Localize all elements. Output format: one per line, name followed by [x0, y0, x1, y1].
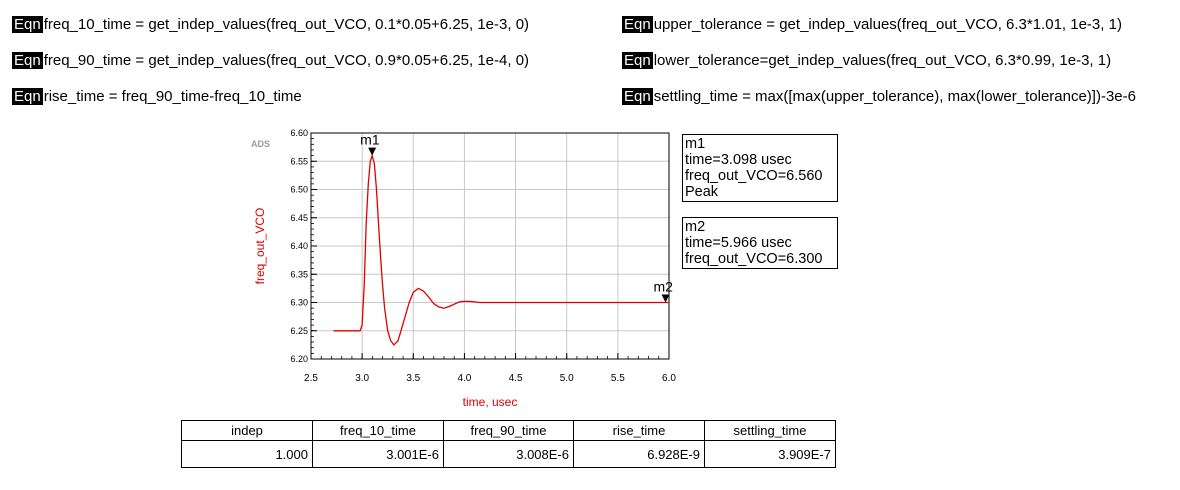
table-header-row: indep freq_10_time freq_90_time rise_tim… [181, 420, 836, 441]
x-tick-label: 3.0 [355, 373, 369, 384]
x-tick-label: 4.5 [509, 373, 523, 384]
series-line-freq-out-vco [333, 153, 669, 346]
marker-m2-readout[interactable]: m2 time=5.966 usec freq_out_VCO=6.300 [682, 217, 838, 269]
markers: m1 m2 [360, 132, 673, 303]
y-tick-label: 6.35 [290, 269, 308, 279]
marker-m2-label: m2 [654, 279, 674, 295]
line-chart: ADS 6.20 6.25 6.30 6.35 6.40 6.45 6.50 6.55 6.60… [251, 128, 676, 409]
col-header-rise-time: rise_time [573, 420, 705, 441]
y-tick-label: 6.60 [290, 128, 308, 138]
marker-m1-triangle [368, 147, 377, 156]
marker-m1-label: m1 [360, 132, 380, 148]
col-header-freq-90-time: freq_90_time [443, 420, 574, 441]
col-header-freq-10-time: freq_10_time [312, 420, 444, 441]
grid [311, 133, 669, 359]
m1-time: time=3.098 usec [685, 152, 792, 168]
cell-rise-time: 6.928E-9 [573, 440, 705, 468]
cell-freq-10-time: 3.001E-6 [312, 440, 444, 468]
x-tick-label: 2.5 [304, 373, 318, 384]
x-axis-ticks: 2.5 3.0 3.5 4.0 4.5 5.0 5.5 6.0 [304, 353, 676, 384]
table-row: 1.000 3.001E-6 3.008E-6 6.928E-9 3.909E-… [181, 440, 836, 468]
y-axis-label: freq_out_VCO [253, 208, 267, 285]
cell-settling-time: 3.909E-7 [704, 440, 836, 468]
results-table: indep freq_10_time freq_90_time rise_tim… [181, 420, 836, 468]
cell-freq-90-time: 3.008E-6 [443, 440, 574, 468]
y-tick-label: 6.40 [290, 241, 308, 251]
y-tick-label: 6.55 [290, 156, 308, 166]
x-tick-label: 5.5 [611, 373, 625, 384]
ads-watermark: ADS [251, 139, 270, 149]
m2-name: m2 [685, 219, 706, 235]
x-tick-label: 6.0 [662, 373, 676, 384]
m2-time: time=5.966 usec [685, 235, 792, 251]
m1-value: freq_out_VCO=6.560 [685, 168, 823, 184]
marker-m2-triangle [661, 294, 670, 303]
x-axis-label: time, usec [463, 395, 518, 409]
cell-indep: 1.000 [181, 440, 313, 468]
marker-m1-readout[interactable]: m1 time=3.098 usec freq_out_VCO=6.560 Pe… [682, 134, 838, 202]
m1-mode: Peak [685, 184, 719, 200]
y-tick-label: 6.50 [290, 185, 308, 195]
y-tick-label: 6.45 [290, 213, 308, 223]
y-tick-label: 6.25 [290, 326, 308, 336]
m2-value: freq_out_VCO=6.300 [685, 251, 823, 267]
x-tick-label: 4.0 [457, 373, 471, 384]
col-header-indep: indep [181, 420, 313, 441]
y-tick-label: 6.20 [290, 354, 308, 364]
y-tick-label: 6.30 [290, 298, 308, 308]
x-tick-label: 3.5 [406, 373, 420, 384]
col-header-settling-time: settling_time [704, 420, 836, 441]
x-tick-label: 5.0 [560, 373, 574, 384]
m1-name: m1 [685, 136, 706, 152]
y-axis-ticks: 6.20 6.25 6.30 6.35 6.40 6.45 6.50 6.55 6.60 [290, 128, 317, 364]
